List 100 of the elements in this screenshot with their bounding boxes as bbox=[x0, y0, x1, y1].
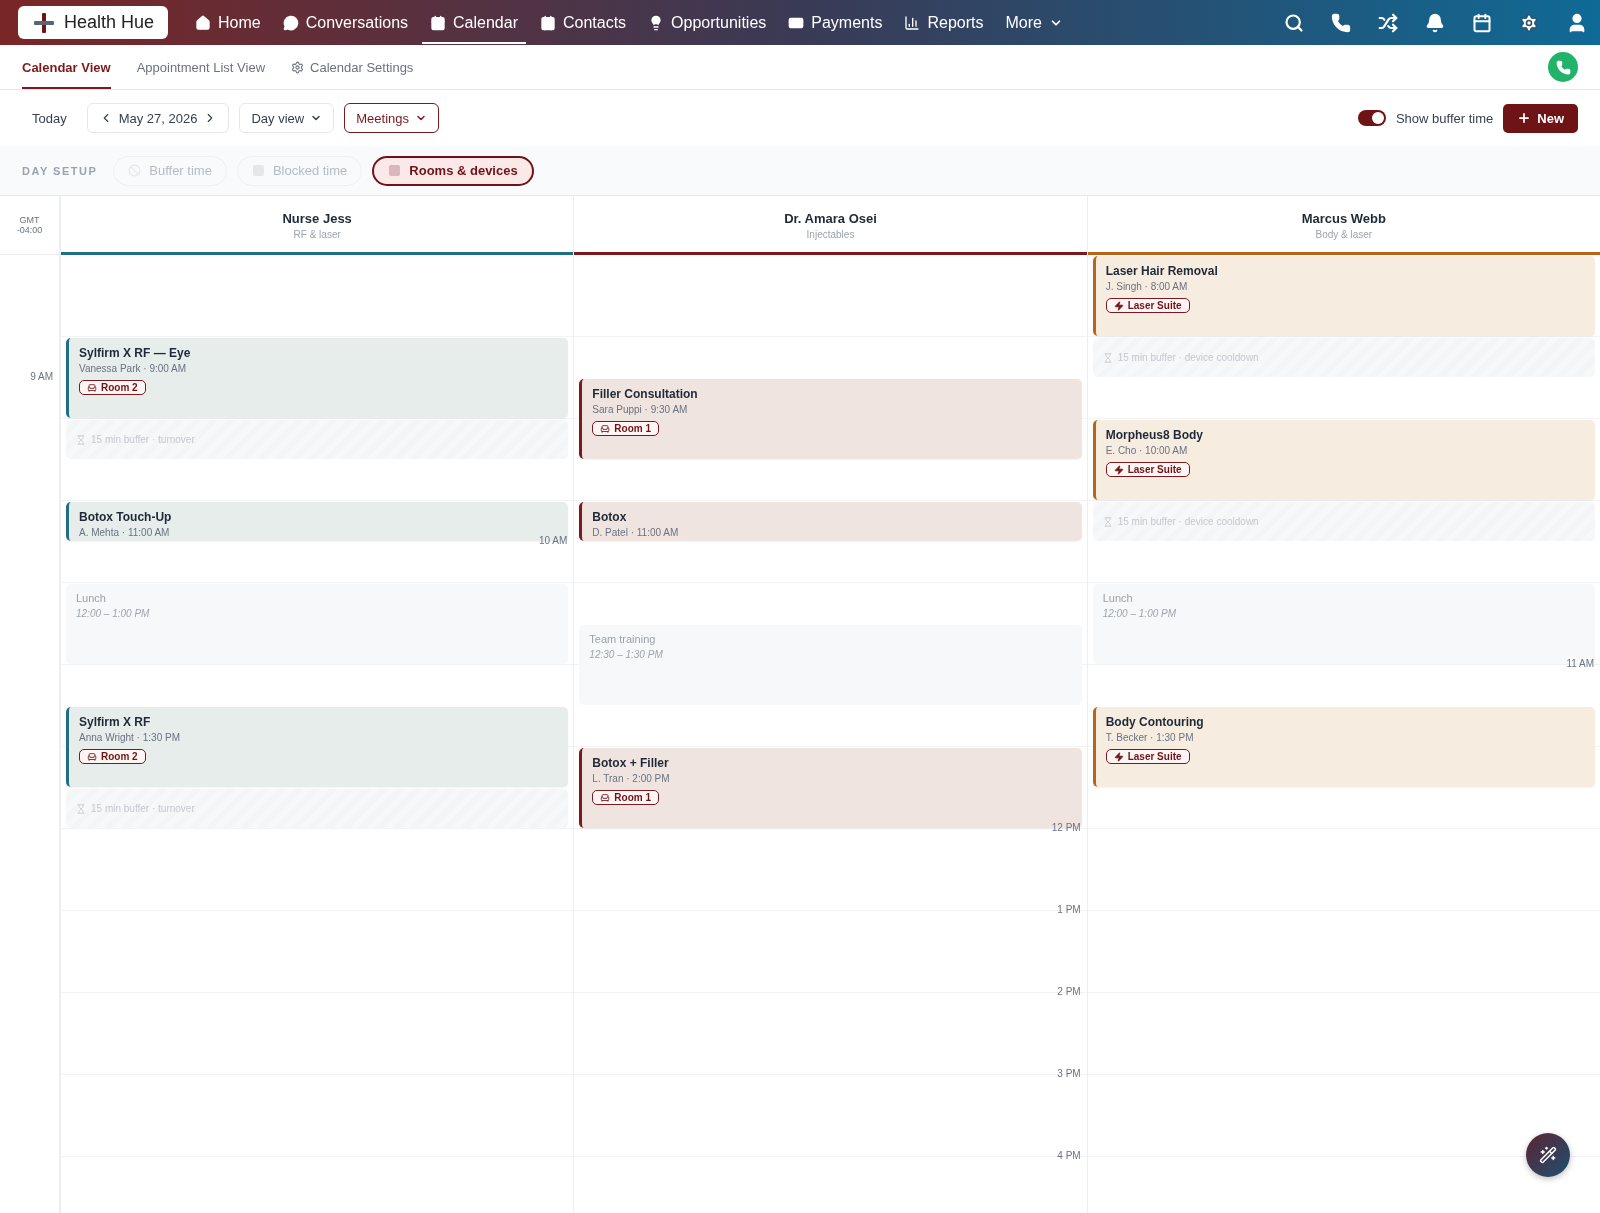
time-label: 4 PM bbox=[1057, 1150, 1081, 1161]
brand-logo[interactable]: Health Hue bbox=[18, 6, 169, 39]
magic-wand-icon bbox=[1539, 1146, 1557, 1164]
filter-dropdown[interactable]: Meetings bbox=[344, 103, 439, 133]
appointment-detail: D. Patel · 11:00 AM bbox=[592, 527, 679, 538]
staff-name: Nurse Jess bbox=[282, 211, 352, 226]
appointment-card[interactable]: Sylfirm X RF Anna Wright · 1:30 PM Room 2 bbox=[66, 707, 569, 787]
blocked-title: Lunch bbox=[1102, 592, 1133, 604]
section-label: DAY SETUP bbox=[22, 164, 98, 177]
appointment-title: Sylfirm X RF bbox=[79, 715, 151, 729]
blocked-time: 12:00 – 1:00 PM bbox=[1102, 608, 1177, 619]
blocked-time: 12:00 – 1:00 PM bbox=[76, 608, 150, 619]
toggle-label: Show buffer time bbox=[1395, 110, 1494, 126]
staff-name: Dr. Amara Osei bbox=[784, 211, 877, 226]
staff-role: Body & laser bbox=[1315, 229, 1373, 240]
appointment-title: Filler Consultation bbox=[592, 387, 698, 401]
chair-icon bbox=[600, 423, 611, 434]
resource-tag: Room 1 bbox=[592, 790, 659, 805]
bell-icon[interactable] bbox=[1425, 12, 1445, 33]
logo-icon bbox=[32, 10, 56, 35]
bar-chart-icon bbox=[904, 14, 921, 31]
hourglass-icon bbox=[1102, 352, 1113, 363]
hourglass-icon bbox=[76, 434, 86, 445]
nav-item[interactable]: Contacts bbox=[531, 3, 635, 44]
appointment-detail: Vanessa Park · 9:00 AM bbox=[79, 363, 187, 374]
appointment-detail: E. Cho · 10:00 AM bbox=[1105, 445, 1188, 456]
resource-tag: Room 2 bbox=[79, 749, 146, 764]
chair-icon bbox=[87, 751, 97, 762]
timezone-label: GMT bbox=[19, 215, 40, 225]
home-icon bbox=[195, 14, 212, 31]
resource-tag: Laser Suite bbox=[1105, 298, 1190, 313]
today-button[interactable]: Today bbox=[22, 104, 77, 132]
appointment-title: Sylfirm X RF — Eye bbox=[79, 346, 191, 360]
shuffle-icon[interactable] bbox=[1378, 12, 1398, 33]
blocked-title: Team training bbox=[589, 633, 656, 645]
nav-item[interactable]: Conversations bbox=[274, 3, 417, 44]
square-icon bbox=[388, 164, 402, 177]
nav-item[interactable]: More bbox=[997, 3, 1071, 44]
settings-icon[interactable] bbox=[1519, 12, 1539, 33]
lightning-icon bbox=[1113, 751, 1124, 762]
lightning-icon bbox=[1113, 300, 1124, 311]
filter-chip[interactable]: Rooms & devices bbox=[372, 155, 534, 186]
appointment-detail: J. Singh · 8:00 AM bbox=[1105, 281, 1188, 292]
appointment-title: Laser Hair Removal bbox=[1105, 264, 1218, 278]
appointment-card[interactable]: Laser Hair Removal J. Singh · 8:00 AM Laser Suite bbox=[1092, 256, 1595, 336]
calendar-icon[interactable] bbox=[1472, 12, 1492, 33]
blocked-time: 12:30 – 1:30 PM bbox=[589, 649, 663, 660]
view-tab[interactable]: Appointment List View bbox=[136, 45, 266, 89]
phone-icon[interactable] bbox=[1331, 12, 1351, 33]
phone-icon bbox=[1555, 59, 1571, 75]
plus-icon bbox=[1517, 111, 1532, 125]
appointment-card[interactable]: Sylfirm X RF — Eye Vanessa Park · 9:00 AM Room 2 bbox=[66, 338, 569, 418]
time-label: 11 AM bbox=[1566, 658, 1594, 669]
resource-tag: Laser Suite bbox=[1105, 462, 1190, 477]
time-label: 3 PM bbox=[1057, 1068, 1081, 1079]
appointment-title: Botox + Filler bbox=[592, 756, 669, 770]
resource-tag: Room 1 bbox=[592, 421, 659, 436]
nav-item[interactable]: Opportunities bbox=[640, 3, 775, 44]
search-icon[interactable] bbox=[1284, 12, 1304, 33]
hourglass-icon bbox=[76, 803, 86, 814]
brand-name: Health Hue bbox=[64, 12, 155, 33]
view-tab[interactable]: Calendar View bbox=[22, 45, 111, 89]
nav-item[interactable]: Reports bbox=[896, 3, 992, 44]
appointment-card[interactable]: Morpheus8 Body E. Cho · 10:00 AM Laser Suite bbox=[1092, 420, 1595, 500]
appointment-detail: Sara Puppi · 9:30 AM bbox=[592, 404, 688, 415]
buffer-toggle[interactable] bbox=[1357, 110, 1386, 126]
staff-role: Injectables bbox=[806, 229, 855, 240]
time-label: 1 PM bbox=[1057, 904, 1081, 915]
view-tab[interactable]: Calendar Settings bbox=[291, 45, 414, 89]
time-label: 2 PM bbox=[1057, 986, 1081, 997]
calendar-icon bbox=[430, 14, 447, 31]
appointment-title: Botox bbox=[592, 510, 627, 524]
lightning-icon bbox=[1113, 464, 1124, 475]
appointment-title: Botox Touch-Up bbox=[79, 510, 172, 524]
nav-item[interactable]: Home bbox=[187, 3, 269, 44]
resource-tag: Laser Suite bbox=[1105, 749, 1190, 764]
appointment-card[interactable]: Botox D. Patel · 11:00 AM bbox=[579, 502, 1082, 541]
magic-wand-button[interactable] bbox=[1526, 1133, 1570, 1177]
resource-tag: Room 2 bbox=[79, 380, 146, 395]
appointment-detail: T. Becker · 1:30 PM bbox=[1105, 732, 1194, 743]
date-picker[interactable]: May 27, 2026 bbox=[86, 103, 230, 133]
time-label: 9 AM bbox=[30, 371, 53, 382]
appointment-card[interactable]: Filler Consultation Sara Puppi · 9:30 AM Room 1 bbox=[579, 379, 1082, 459]
timezone-offset: -04:00 bbox=[16, 225, 43, 235]
chair-icon bbox=[600, 792, 611, 803]
view-dropdown[interactable]: Day view bbox=[239, 103, 335, 133]
appointment-title: Body Contouring bbox=[1105, 715, 1204, 729]
staff-role: RF & laser bbox=[293, 229, 341, 240]
nav-item[interactable]: Calendar bbox=[422, 3, 526, 44]
blocked-title: Lunch bbox=[76, 592, 106, 604]
chair-icon bbox=[87, 382, 97, 393]
appointment-detail: A. Mehta · 11:00 AM bbox=[79, 527, 170, 538]
appointment-title: Morpheus8 Body bbox=[1105, 428, 1203, 442]
new-button[interactable]: New bbox=[1503, 103, 1578, 133]
chat-bubble-icon bbox=[282, 14, 299, 31]
hourglass-icon bbox=[1102, 516, 1113, 527]
appointment-card[interactable]: Body Contouring T. Becker · 1:30 PM Laser Suite bbox=[1092, 707, 1595, 787]
nav-item[interactable]: Payments bbox=[780, 3, 891, 44]
gear-icon bbox=[291, 60, 305, 74]
phone-call-button[interactable] bbox=[1548, 52, 1578, 82]
